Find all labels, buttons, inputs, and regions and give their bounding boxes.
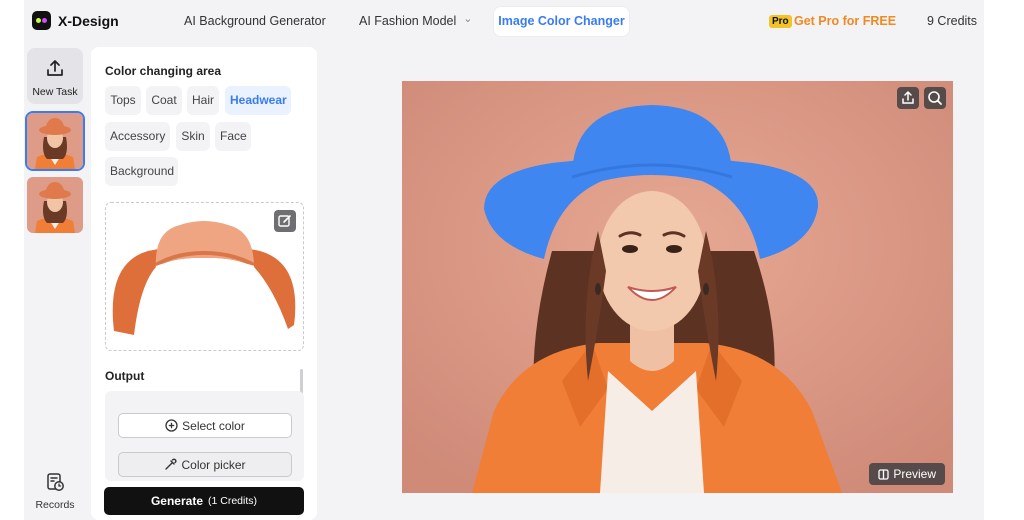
- generate-cost: (1 Credits): [208, 495, 258, 507]
- chip-tops[interactable]: Tops: [105, 86, 141, 115]
- preview-button[interactable]: Preview: [869, 463, 945, 485]
- chip-face[interactable]: Face: [215, 122, 251, 151]
- magnifier-icon: [928, 91, 942, 105]
- logo[interactable]: X-Design: [32, 11, 119, 30]
- chip-coat[interactable]: Coat: [146, 86, 182, 115]
- nav-ai-background-generator[interactable]: AI Background Generator: [184, 14, 326, 28]
- app-window: X-Design AI Background Generator AI Fash…: [24, 0, 984, 520]
- export-button[interactable]: [897, 87, 919, 109]
- result-canvas: Preview: [402, 81, 953, 493]
- credits-count: 9 Credits: [927, 14, 978, 28]
- output-title: Output: [105, 369, 145, 383]
- chip-accessory[interactable]: Accessory: [105, 122, 170, 151]
- top-bar: X-Design AI Background Generator AI Fash…: [24, 0, 984, 44]
- new-task-button[interactable]: New Task: [27, 48, 83, 104]
- logo-icon: [32, 11, 51, 30]
- generate-button[interactable]: Generate (1 Credits): [104, 487, 304, 515]
- nav-ai-fashion-model[interactable]: AI Fashion Model: [359, 14, 473, 28]
- output-options: Select color Color picker: [105, 391, 304, 481]
- get-pro-link[interactable]: Get Pro for FREE: [794, 14, 896, 28]
- add-circle-icon: [165, 419, 178, 432]
- chip-background[interactable]: Background: [105, 157, 178, 186]
- share-upload-icon: [902, 91, 914, 104]
- chip-headwear[interactable]: Headwear: [225, 86, 291, 115]
- color-changing-area-title: Color changing area: [105, 64, 222, 78]
- headwear-mask-preview: [105, 202, 304, 351]
- upload-icon: [47, 60, 63, 76]
- zoom-button[interactable]: [924, 87, 946, 109]
- edit-mask-button[interactable]: [274, 210, 296, 232]
- generate-label: Generate: [150, 494, 203, 508]
- select-color-label: Select color: [182, 418, 245, 433]
- chip-skin[interactable]: Skin: [176, 122, 210, 151]
- records-button[interactable]: Records: [24, 472, 86, 511]
- app-name: X-Design: [58, 12, 119, 29]
- select-color-button[interactable]: Select color: [118, 413, 292, 438]
- nav-image-color-changer[interactable]: Image Color Changer: [494, 7, 629, 36]
- color-picker-button[interactable]: Color picker: [118, 452, 292, 477]
- preview-label: Preview: [893, 467, 936, 481]
- chip-hair[interactable]: Hair: [187, 86, 219, 115]
- left-rail: New Task Records: [24, 44, 86, 520]
- color-settings-panel: Color changing area Tops Coat Hair Headw…: [91, 47, 317, 520]
- color-picker-label: Color picker: [181, 457, 246, 472]
- edit-icon: [278, 215, 291, 227]
- history-thumbnail[interactable]: [27, 177, 83, 233]
- eyedropper-icon: [165, 458, 178, 470]
- result-image: [402, 81, 953, 493]
- new-task-label: New Task: [32, 86, 78, 98]
- pro-badge: Pro: [769, 15, 792, 28]
- history-thumbnail-selected[interactable]: [27, 113, 83, 169]
- records-icon: [47, 473, 64, 491]
- compare-icon: [878, 468, 889, 480]
- hat-mask-image: [112, 221, 296, 335]
- records-label: Records: [35, 499, 75, 511]
